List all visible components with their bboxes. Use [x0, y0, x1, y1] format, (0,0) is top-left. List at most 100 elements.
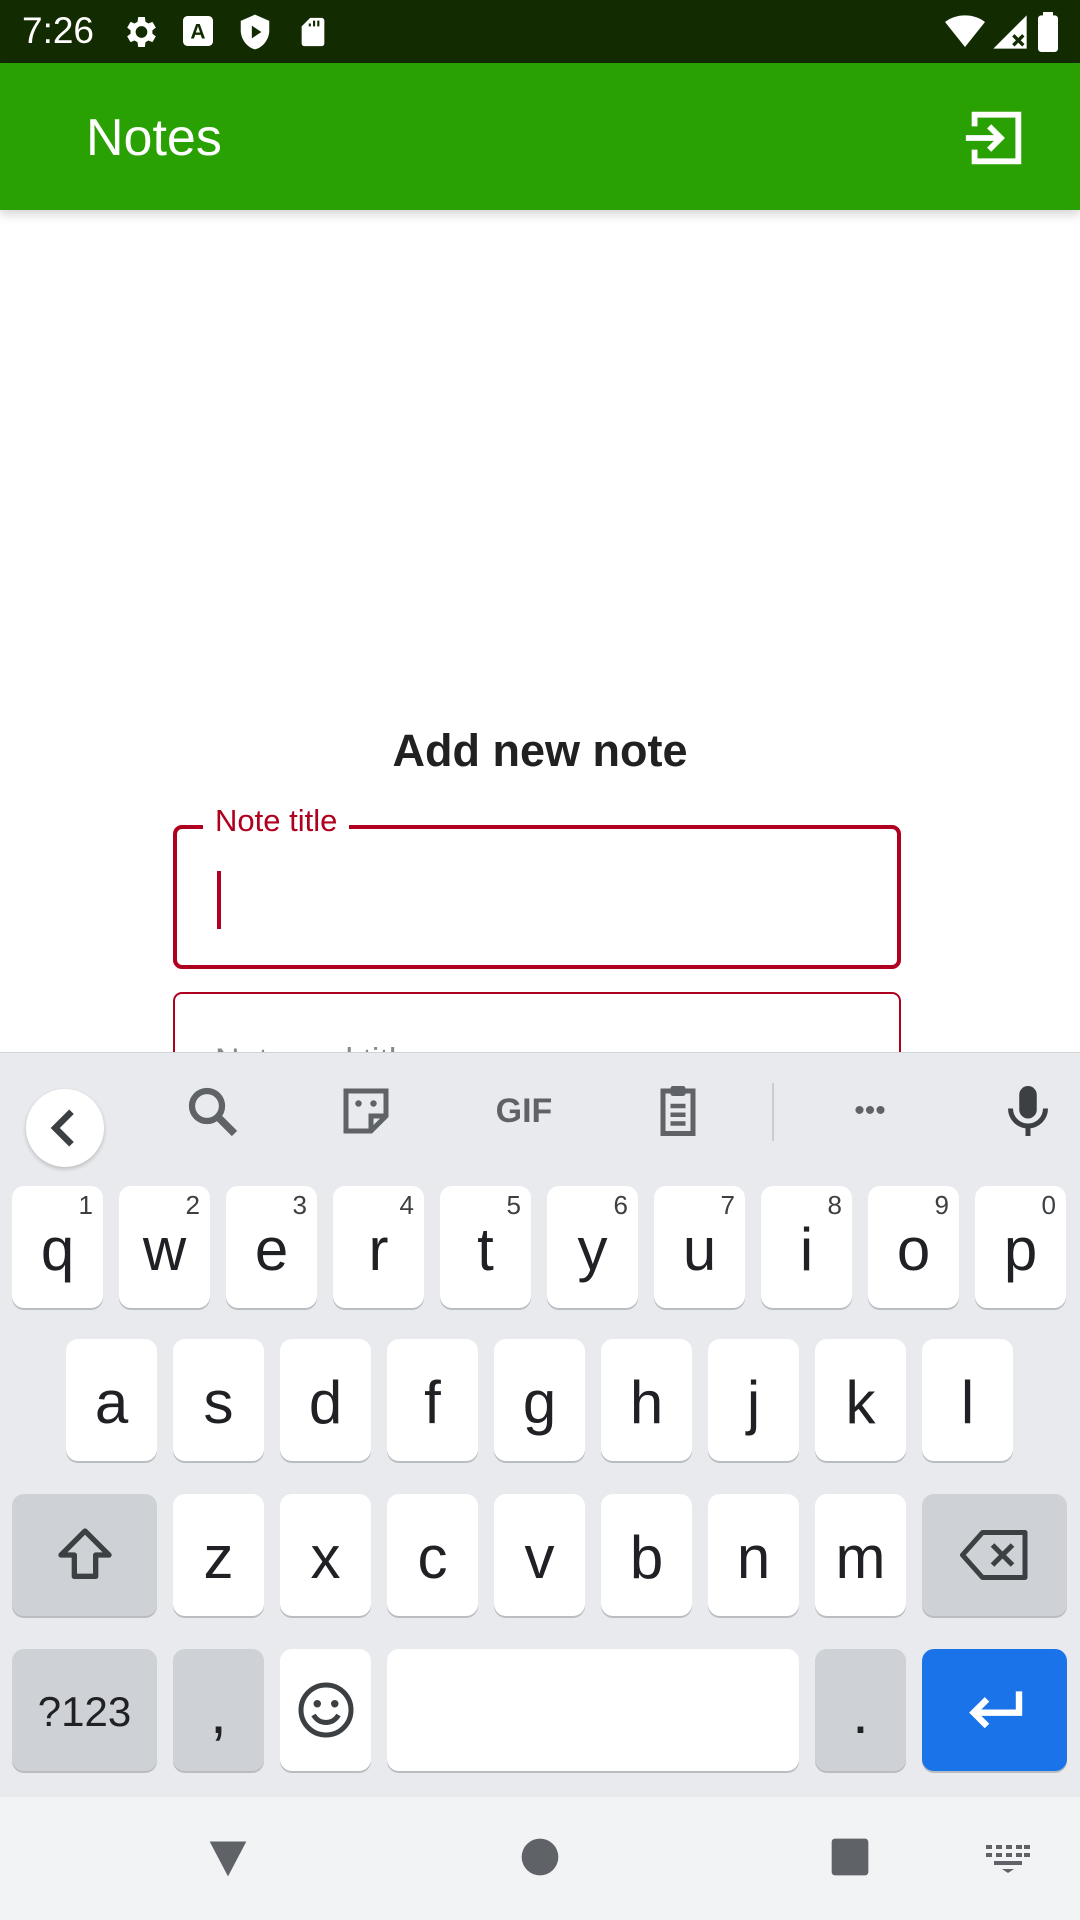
key-hint: 3: [292, 1190, 307, 1220]
app-title: Notes: [86, 109, 222, 167]
key-space[interactable]: [387, 1649, 799, 1771]
text-cursor: [217, 871, 221, 929]
key-m[interactable]: m: [815, 1494, 906, 1616]
key-enter[interactable]: [922, 1649, 1067, 1771]
key-label: v: [524, 1523, 555, 1591]
home-circle-icon[interactable]: [520, 1837, 560, 1877]
key-h[interactable]: h: [601, 1339, 692, 1461]
play-protect-icon: [240, 14, 270, 50]
shift-arrow-icon: [57, 1528, 112, 1579]
key-hint: 1: [78, 1190, 93, 1220]
key-t[interactable]: 5t: [440, 1186, 531, 1308]
recents-square-icon[interactable]: [830, 1837, 870, 1877]
sticker-icon[interactable]: [336, 1081, 396, 1141]
system-nav-bar: [0, 1797, 1080, 1920]
key-f[interactable]: f: [387, 1339, 478, 1461]
note-title-field[interactable]: Note title: [173, 803, 901, 969]
key-d[interactable]: d: [280, 1339, 371, 1461]
key-p[interactable]: 0p: [975, 1186, 1066, 1308]
key-label: j: [746, 1368, 761, 1436]
key-n[interactable]: n: [708, 1494, 799, 1616]
sd-card-icon: [301, 17, 325, 47]
key-r[interactable]: 4r: [333, 1186, 424, 1308]
note-title-label: Note title: [203, 803, 350, 839]
key-label: f: [424, 1368, 441, 1436]
logout-button[interactable]: [960, 103, 1030, 173]
key-u[interactable]: 7u: [654, 1186, 745, 1308]
key-shift[interactable]: [12, 1494, 157, 1616]
key-l[interactable]: l: [922, 1339, 1013, 1461]
key-label: y: [577, 1215, 608, 1283]
key-hint: 7: [720, 1190, 735, 1220]
key-a[interactable]: a: [66, 1339, 157, 1461]
wifi-icon: [945, 15, 985, 48]
key-label: b: [629, 1523, 664, 1591]
key-c[interactable]: c: [387, 1494, 478, 1616]
key-hint: 0: [1041, 1190, 1056, 1220]
key-symbols[interactable]: ?123: [12, 1649, 157, 1771]
key-s[interactable]: s: [173, 1339, 264, 1461]
key-j[interactable]: j: [708, 1339, 799, 1461]
accessibility-a-icon: A: [183, 16, 213, 46]
key-emoji[interactable]: [280, 1649, 371, 1771]
key-label: i: [799, 1215, 814, 1283]
key-label: r: [368, 1215, 389, 1283]
key-hint: 4: [399, 1190, 414, 1220]
key-v[interactable]: v: [494, 1494, 585, 1616]
back-triangle-icon[interactable]: [206, 1837, 250, 1879]
key-hint: 6: [613, 1190, 628, 1220]
key-label: ,: [210, 1678, 227, 1746]
key-hint: 8: [827, 1190, 842, 1220]
clipboard-icon[interactable]: [648, 1081, 708, 1141]
status-time: 7:26: [22, 10, 95, 51]
key-label: l: [960, 1368, 975, 1436]
key-e[interactable]: 3e: [226, 1186, 317, 1308]
gif-button[interactable]: GIF: [484, 1081, 564, 1141]
settings-icon: [127, 17, 156, 47]
key-label: x: [310, 1523, 341, 1591]
key-label: h: [629, 1368, 664, 1436]
form-heading: Add new note: [392, 725, 688, 776]
more-icon[interactable]: •••: [838, 1081, 902, 1141]
battery-icon: [1038, 12, 1058, 52]
key-backspace[interactable]: [922, 1494, 1067, 1616]
key-label: z: [203, 1523, 234, 1591]
key-label: q: [40, 1215, 75, 1283]
key-y[interactable]: 6y: [547, 1186, 638, 1308]
enter-arrow-icon: [968, 1691, 1022, 1729]
logout-icon: [965, 111, 1022, 165]
keyboard-switch-icon[interactable]: [986, 1845, 1030, 1873]
key-label: ?123: [37, 1688, 132, 1735]
key-period[interactable]: .: [815, 1649, 906, 1771]
key-hint: 5: [506, 1190, 521, 1220]
key-z[interactable]: z: [173, 1494, 264, 1616]
key-comma[interactable]: ,: [173, 1649, 264, 1771]
keyboard-toolbar: GIF •••: [0, 1053, 1080, 1169]
key-label: g: [522, 1368, 557, 1436]
key-label: u: [682, 1215, 717, 1283]
key-label: e: [254, 1215, 289, 1283]
key-label: k: [845, 1368, 876, 1436]
key-label: s: [203, 1368, 234, 1436]
key-w[interactable]: 2w: [119, 1186, 210, 1308]
mic-icon[interactable]: [998, 1081, 1058, 1141]
status-bar: 7:26 A: [0, 0, 1080, 63]
key-x[interactable]: x: [280, 1494, 371, 1616]
key-o[interactable]: 9o: [868, 1186, 959, 1308]
key-b[interactable]: b: [601, 1494, 692, 1616]
toolbar-divider: [772, 1083, 774, 1141]
key-i[interactable]: 8i: [761, 1186, 852, 1308]
key-label: a: [94, 1368, 129, 1436]
key-g[interactable]: g: [494, 1339, 585, 1461]
toolbar-back-button[interactable]: [26, 1089, 104, 1167]
key-label: o: [896, 1215, 931, 1283]
app-bar: Notes: [0, 63, 1080, 210]
key-label: n: [736, 1523, 771, 1591]
search-icon[interactable]: [182, 1081, 242, 1141]
key-k[interactable]: k: [815, 1339, 906, 1461]
key-label: m: [835, 1523, 886, 1591]
key-label: d: [308, 1368, 343, 1436]
key-hint: 2: [185, 1190, 200, 1220]
key-q[interactable]: 1q: [12, 1186, 103, 1308]
signal-icon: [993, 15, 1027, 49]
